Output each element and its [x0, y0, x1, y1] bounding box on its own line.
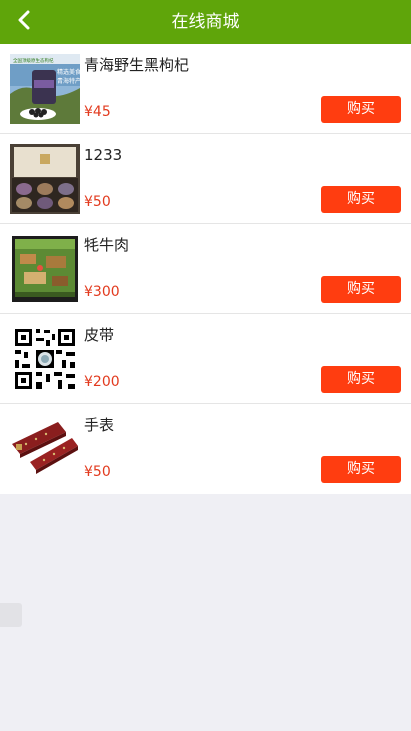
- product-image[interactable]: 全国顶级原生态枸杞 精选美食 青海特产: [10, 54, 80, 124]
- product-image[interactable]: [10, 324, 80, 394]
- product-item[interactable]: 牦牛肉 ¥300 购买: [0, 224, 411, 314]
- product-item[interactable]: 全国顶级原生态枸杞 精选美食 青海特产 青海野生黑枸杞 ¥45 购买: [0, 44, 411, 134]
- product-price: ¥50: [84, 464, 111, 480]
- buy-button[interactable]: 购买: [321, 366, 401, 393]
- buy-button[interactable]: 购买: [321, 186, 401, 213]
- product-list: 全国顶级原生态枸杞 精选美食 青海特产 青海野生黑枸杞 ¥45 购买 1233 …: [0, 44, 411, 494]
- product-item[interactable]: 皮带 ¥200 购买: [0, 314, 411, 404]
- thumb-banner-text: 全国顶级原生态枸杞: [13, 57, 54, 64]
- product-price: ¥50: [84, 194, 111, 210]
- product-name: 牦牛肉: [84, 236, 130, 254]
- product-price: ¥200: [84, 374, 120, 390]
- product-image[interactable]: [10, 414, 80, 484]
- product-price: ¥300: [84, 284, 120, 300]
- side-handle[interactable]: [0, 603, 22, 627]
- page-title: 在线商城: [171, 12, 240, 32]
- product-image[interactable]: [10, 144, 80, 214]
- product-name: 1233: [84, 146, 123, 164]
- product-name: 手表: [84, 416, 115, 434]
- buy-button[interactable]: 购买: [321, 96, 401, 123]
- buy-button[interactable]: 购买: [321, 456, 401, 483]
- product-item[interactable]: 1233 ¥50 购买: [0, 134, 411, 224]
- product-name: 青海野生黑枸杞: [84, 56, 190, 74]
- product-image[interactable]: [10, 234, 80, 304]
- app-header: 在线商城: [0, 0, 411, 44]
- buy-button[interactable]: 购买: [321, 276, 401, 303]
- thumb-caption-2: 青海特产: [57, 77, 80, 85]
- product-item[interactable]: 手表 ¥50 购买: [0, 404, 411, 494]
- thumb-caption-1: 精选美食: [57, 68, 80, 76]
- product-name: 皮带: [84, 326, 115, 344]
- product-price: ¥45: [84, 104, 111, 120]
